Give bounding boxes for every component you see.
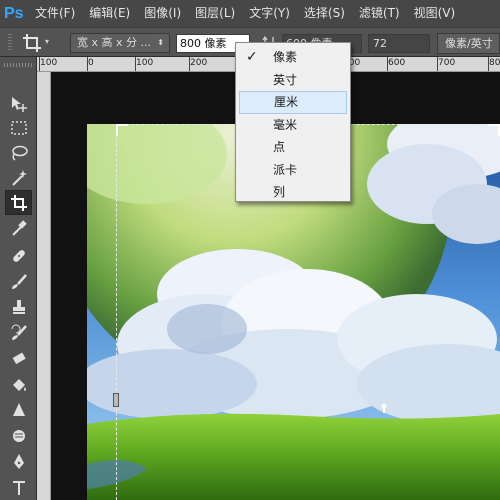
unit-option-label: 派卡: [273, 162, 298, 177]
ruler-tick: [387, 57, 388, 71]
unit-option-centimeters[interactable]: 厘米: [239, 91, 347, 114]
menu-select[interactable]: 选择(S): [297, 0, 352, 27]
crop-ratio-label: 宽 x 高 x 分 ...: [77, 36, 151, 49]
unit-option-inches[interactable]: 英寸: [239, 69, 347, 92]
unit-option-picas[interactable]: 派卡: [239, 159, 347, 182]
menu-file[interactable]: 文件(F): [28, 0, 82, 27]
ruler-label: 100: [136, 58, 154, 68]
ruler-label: 800: [489, 58, 500, 68]
unit-option-label: 英寸: [273, 72, 298, 87]
resolution-unit-select[interactable]: 像素/英寸: [437, 33, 500, 54]
ruler-tick: [39, 57, 40, 71]
crop-tool-icon[interactable]: [5, 190, 32, 215]
ruler-label: 200: [190, 58, 208, 68]
dodge-tool-icon[interactable]: [5, 423, 32, 448]
menu-bar: Ps 文件(F) 编辑(E) 图像(I) 图层(L) 文字(Y) 选择(S) 滤…: [0, 0, 500, 27]
crop-ratio-select[interactable]: 宽 x 高 x 分 ... ⬍: [70, 33, 170, 53]
marquee-tool-icon[interactable]: [5, 115, 32, 140]
crop-boundary-left: [116, 124, 117, 500]
resolution-input[interactable]: 72: [368, 34, 430, 53]
select-arrows-icon: ⬍: [157, 38, 164, 47]
unit-option-label: 毫米: [273, 117, 298, 132]
paint-bucket-tool-icon[interactable]: [5, 372, 32, 397]
photoshop-window: Ps 文件(F) 编辑(E) 图像(I) 图层(L) 文字(Y) 选择(S) 滤…: [0, 0, 500, 500]
blur-tool-icon[interactable]: [5, 397, 32, 422]
unit-dropdown-menu: ✓ 像素 英寸 厘米 毫米 点 派卡 列: [235, 42, 351, 202]
unit-option-label: 点: [273, 140, 286, 154]
type-tool-icon[interactable]: [5, 475, 32, 500]
clone-stamp-tool-icon[interactable]: [5, 294, 32, 319]
menu-filter[interactable]: 滤镜(T): [352, 0, 407, 27]
lasso-tool-icon[interactable]: [5, 140, 32, 165]
menu-layer[interactable]: 图层(L): [188, 0, 242, 27]
move-tool-icon[interactable]: [5, 91, 32, 116]
unit-option-pixels[interactable]: ✓ 像素: [239, 46, 347, 69]
ruler-tick: [189, 57, 190, 71]
healing-brush-tool-icon[interactable]: [5, 243, 32, 268]
ruler-label: 600: [388, 58, 406, 68]
unit-option-label: 列: [273, 185, 286, 199]
eraser-tool-icon[interactable]: [5, 346, 32, 371]
crop-handle-left[interactable]: [113, 393, 119, 407]
tools-panel-grip[interactable]: [4, 63, 32, 67]
ruler-tick: [488, 57, 489, 71]
unit-option-columns[interactable]: 列: [239, 181, 347, 204]
brush-tool-icon[interactable]: [5, 269, 32, 294]
unit-option-label: 厘米: [274, 95, 299, 109]
crop-handle-top-left[interactable]: [116, 124, 128, 136]
menu-view[interactable]: 视图(V): [407, 0, 463, 27]
menu-edit[interactable]: 编辑(E): [82, 0, 137, 27]
ruler-tick: [437, 57, 438, 71]
unit-option-label: 像素: [273, 50, 298, 64]
crop-handle-top-right[interactable]: [488, 124, 500, 136]
photoshop-logo: Ps: [4, 4, 24, 22]
tool-preset-arrow-icon[interactable]: ▾: [45, 37, 49, 46]
vertical-ruler[interactable]: [37, 72, 51, 500]
ruler-label: 0: [88, 58, 94, 68]
unit-option-points[interactable]: 点: [239, 136, 347, 159]
pen-tool-icon[interactable]: [5, 449, 32, 474]
check-icon: ✓: [246, 49, 258, 65]
ruler-tick: [135, 57, 136, 71]
crop-icon[interactable]: [22, 33, 42, 53]
eyedropper-tool-icon[interactable]: [5, 215, 32, 240]
ruler-label: 100: [40, 58, 58, 68]
ruler-label: 700: [438, 58, 456, 68]
options-bar-grip[interactable]: [8, 34, 12, 52]
magic-wand-tool-icon[interactable]: [5, 165, 32, 190]
ruler-tick: [87, 57, 88, 71]
menu-image[interactable]: 图像(I): [137, 0, 188, 27]
tools-panel: [0, 57, 37, 500]
menu-type[interactable]: 文字(Y): [242, 0, 297, 27]
history-brush-tool-icon[interactable]: [5, 320, 32, 345]
unit-option-millimeters[interactable]: 毫米: [239, 114, 347, 137]
